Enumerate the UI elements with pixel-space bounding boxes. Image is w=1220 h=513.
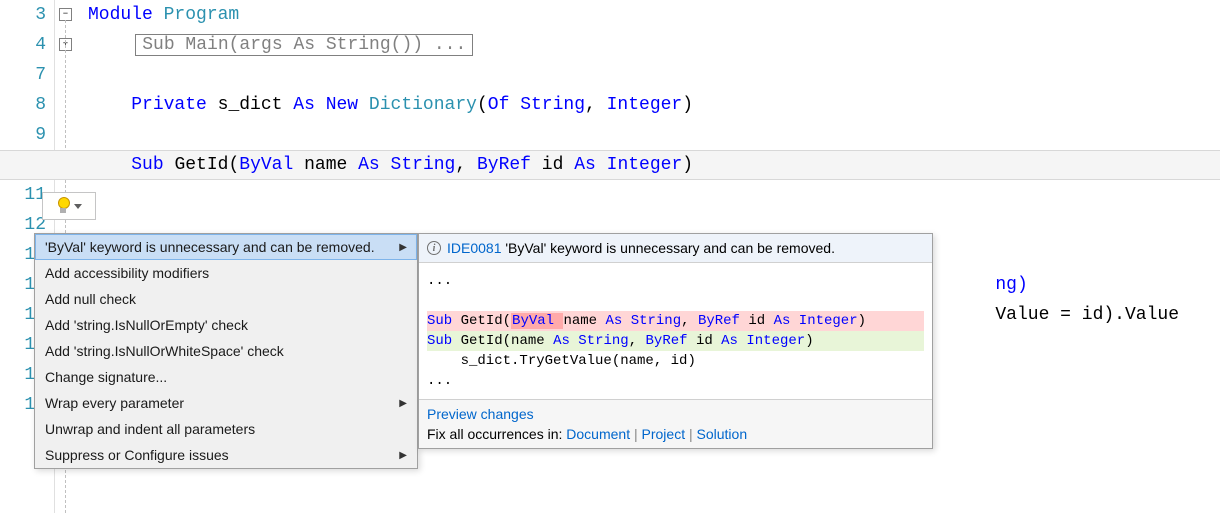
fix-project-link[interactable]: Project <box>642 426 686 442</box>
code-line <box>88 120 1220 150</box>
fix-document-link[interactable]: Document <box>566 426 630 442</box>
menu-item-isnullorwhitespace[interactable]: Add 'string.IsNullOrWhiteSpace' check <box>35 338 417 364</box>
chevron-down-icon <box>74 204 82 209</box>
menu-item-suppress-configure[interactable]: Suppress or Configure issues ▶ <box>35 442 417 468</box>
fix-preview-panel: i IDE0081 'ByVal' keyword is unnecessary… <box>418 233 933 449</box>
line-number: 3 <box>0 0 46 30</box>
line-number: 7 <box>0 60 46 90</box>
preview-changes-link[interactable]: Preview changes <box>427 406 534 422</box>
menu-item-null-check[interactable]: Add null check <box>35 286 417 312</box>
menu-item-label: Add 'string.IsNullOrWhiteSpace' check <box>45 343 284 359</box>
line-number: 4 <box>0 30 46 60</box>
menu-item-unwrap-parameters[interactable]: Unwrap and indent all parameters <box>35 416 417 442</box>
menu-item-isnullorempty[interactable]: Add 'string.IsNullOrEmpty' check <box>35 312 417 338</box>
menu-item-wrap-parameters[interactable]: Wrap every parameter ▶ <box>35 390 417 416</box>
code-line: Sub Main(args As String()) ... <box>88 30 1220 60</box>
menu-item-accessibility[interactable]: Add accessibility modifiers <box>35 260 417 286</box>
lightbulb-icon <box>56 197 70 215</box>
menu-item-label: Wrap every parameter <box>45 395 184 411</box>
code-line <box>88 60 1220 90</box>
lightbulb-button[interactable] <box>42 192 96 220</box>
code-line: Sub GetId(ByVal name As String, ByRef id… <box>88 150 1220 180</box>
code-line: Private s_dict As New Dictionary(Of Stri… <box>88 90 1220 120</box>
info-icon: i <box>427 241 441 255</box>
menu-item-label: Change signature... <box>45 369 167 385</box>
line-number: 11 <box>0 180 46 210</box>
menu-item-label: 'ByVal' keyword is unnecessary and can b… <box>45 239 375 255</box>
menu-item-label: Add null check <box>45 291 136 307</box>
fix-scope-label: Fix all occurrences in: <box>427 426 562 442</box>
menu-item-label: Suppress or Configure issues <box>45 447 229 463</box>
menu-item-change-signature[interactable]: Change signature... <box>35 364 417 390</box>
chevron-right-icon: ▶ <box>399 242 407 253</box>
diagnostic-id-link[interactable]: IDE0081 <box>447 240 501 256</box>
line-number: 8 <box>0 90 46 120</box>
collapsed-region[interactable]: Sub Main(args As String()) ... <box>135 34 473 56</box>
code-line <box>88 180 1220 210</box>
preview-diff: ... Sub GetId(ByVal name As String, ByRe… <box>419 263 932 399</box>
chevron-right-icon: ▶ <box>399 398 407 409</box>
diagnostic-message: 'ByVal' keyword is unnecessary and can b… <box>505 240 835 256</box>
quick-actions-menu: 'ByVal' keyword is unnecessary and can b… <box>34 233 418 469</box>
chevron-right-icon: ▶ <box>399 450 407 461</box>
fix-solution-link[interactable]: Solution <box>697 426 748 442</box>
menu-item-label: Add 'string.IsNullOrEmpty' check <box>45 317 248 333</box>
line-number: 9 <box>0 120 46 150</box>
preview-header: i IDE0081 'ByVal' keyword is unnecessary… <box>419 234 932 263</box>
menu-item-label: Unwrap and indent all parameters <box>45 421 255 437</box>
menu-item-remove-byval[interactable]: 'ByVal' keyword is unnecessary and can b… <box>35 234 417 260</box>
preview-footer: Preview changes Fix all occurrences in: … <box>419 399 932 448</box>
code-line: Module Program <box>88 0 1220 30</box>
menu-item-label: Add accessibility modifiers <box>45 265 209 281</box>
